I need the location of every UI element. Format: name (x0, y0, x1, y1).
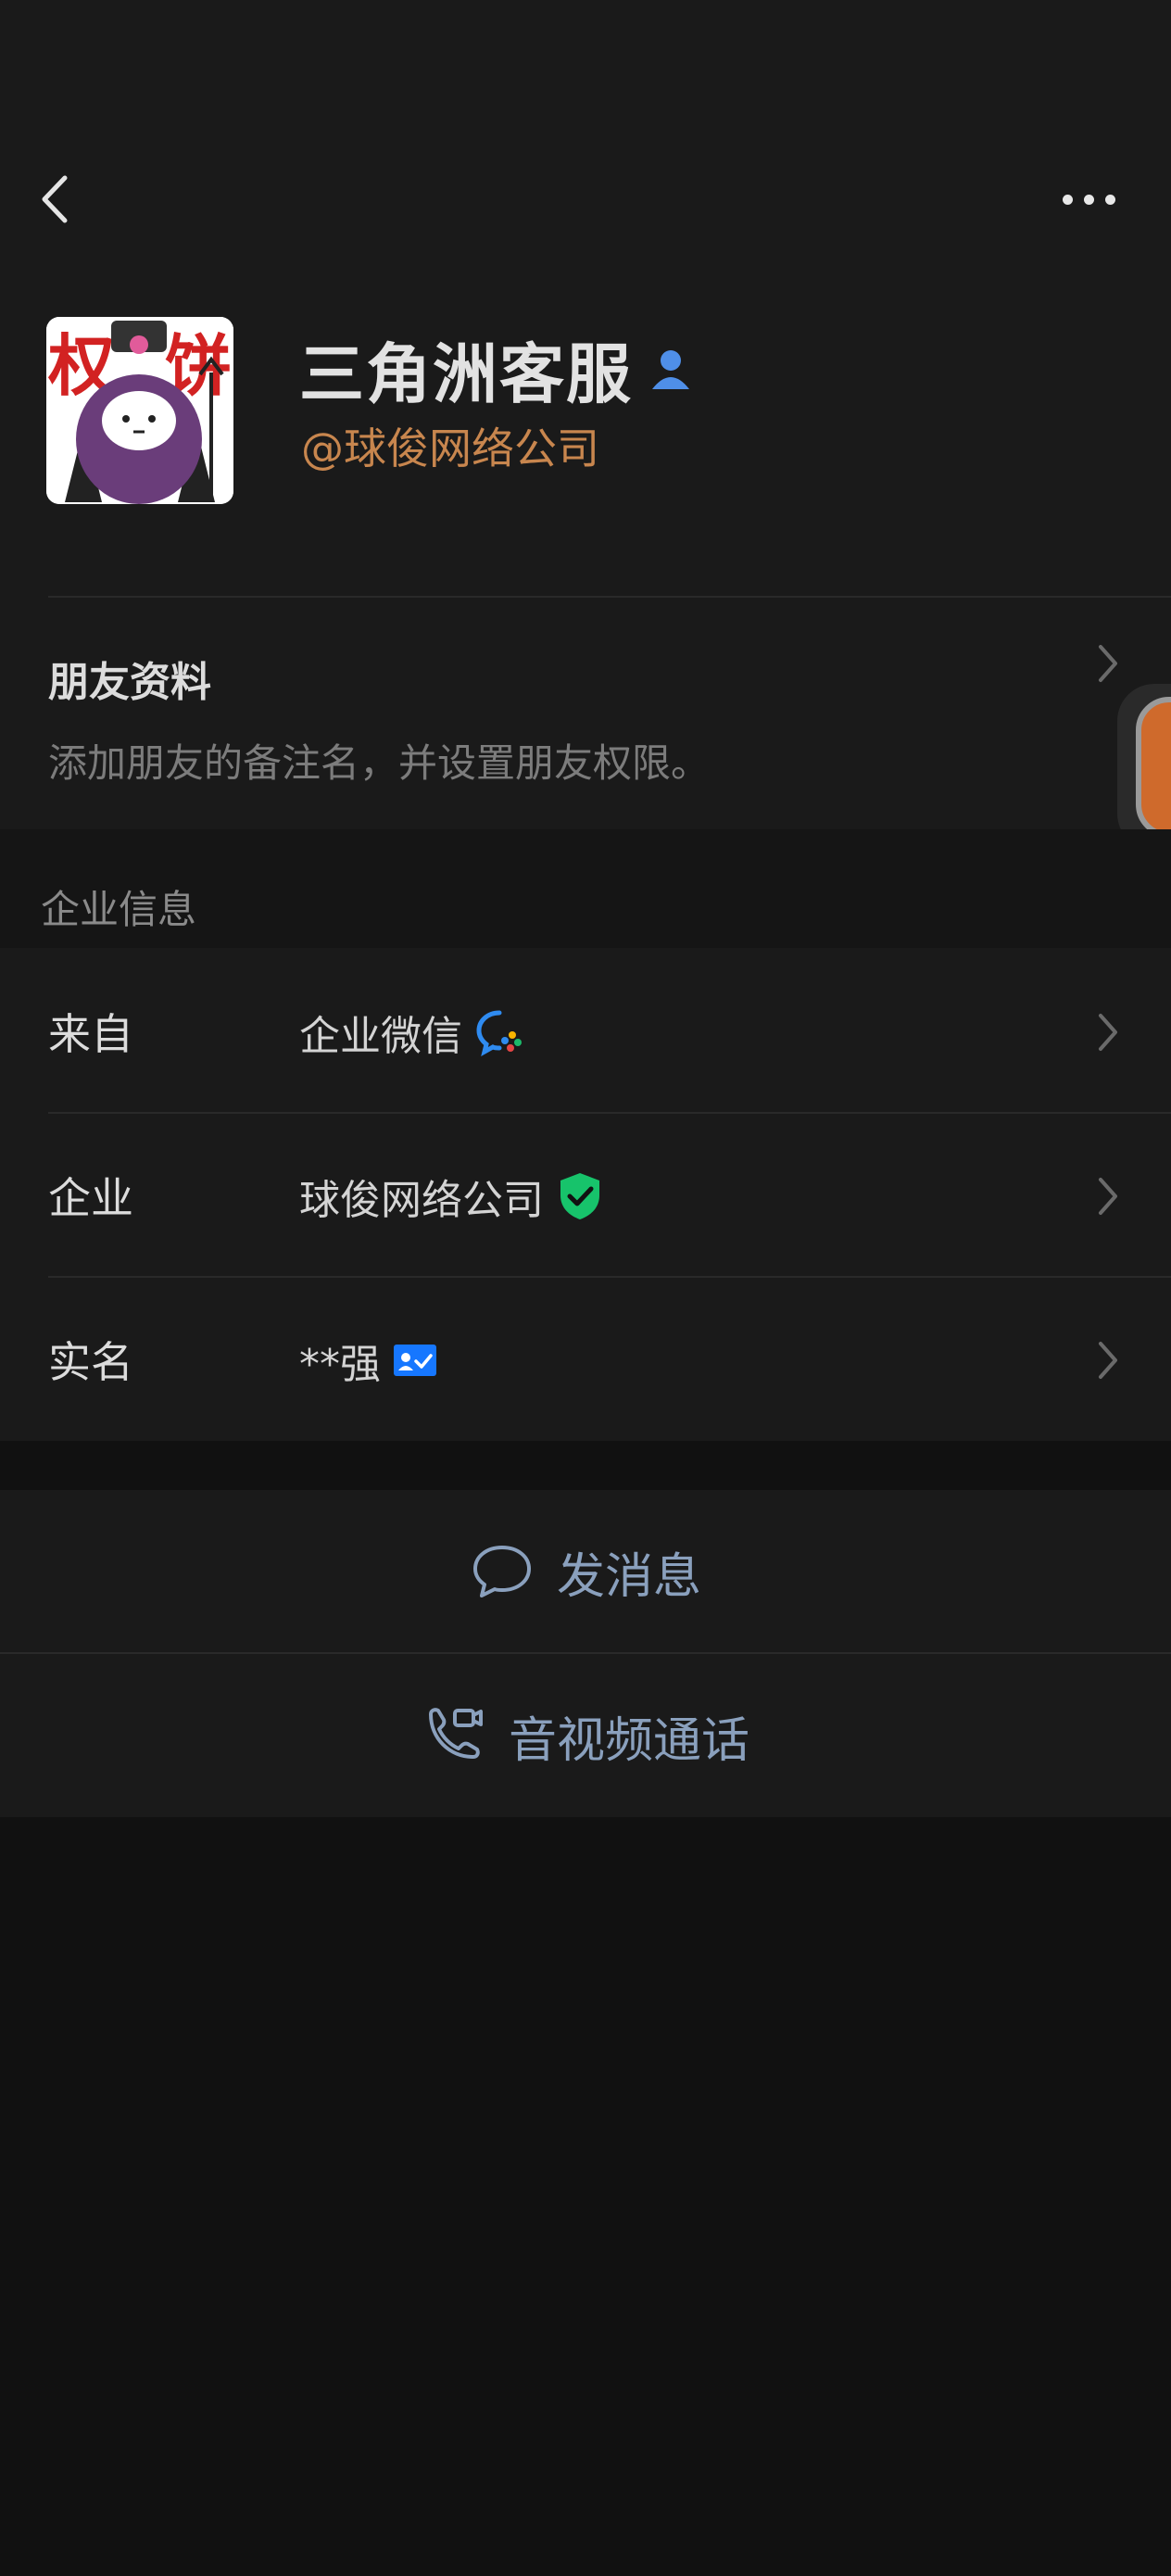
more-button[interactable] (1047, 181, 1130, 218)
send-message-button[interactable]: 发消息 (0, 1490, 1171, 1653)
more-dot (1083, 194, 1094, 205)
row-label-realname: 实名 (48, 1337, 133, 1387)
phone-video-icon (428, 1708, 483, 1759)
row-value-realname-text: **强 (299, 1341, 381, 1388)
avatar[interactable]: 权 饼 (46, 317, 233, 504)
friend-info-row[interactable] (0, 598, 1171, 827)
chevron-right-icon (1099, 645, 1117, 682)
friend-info-title: 朋友资料 (48, 659, 211, 706)
person-icon (652, 349, 689, 389)
row-label-company: 企业 (48, 1173, 133, 1223)
id-card-icon (394, 1345, 436, 1376)
profile-name: 三角洲客服 (299, 322, 694, 416)
friend-info-subtitle: 添加朋友的备注名，并设置朋友权限。 (48, 740, 711, 786)
row-value-source: 企业微信 (299, 1003, 525, 1062)
enterprise-row-source[interactable] (0, 950, 1171, 1113)
chevron-right-icon (1099, 1178, 1117, 1215)
row-label-source: 来自 (48, 1009, 133, 1059)
row-value-company-text: 球俊网络公司 (299, 1177, 544, 1224)
av-call-label: 音视频通话 (508, 1712, 749, 1769)
wecom-icon (476, 1010, 522, 1056)
floating-side-tab[interactable] (1117, 684, 1171, 851)
chevron-right-icon (1099, 1014, 1117, 1051)
send-message-label: 发消息 (556, 1548, 701, 1605)
more-dots-icon (1062, 194, 1073, 205)
chevron-left-icon (42, 175, 68, 223)
enterprise-row-realname[interactable] (0, 1278, 1171, 1441)
av-call-button[interactable]: 音视频通话 (0, 1654, 1171, 1817)
enterprise-section-title: 企业信息 (41, 887, 197, 932)
more-dot (1104, 194, 1115, 205)
row-value-realname: **强 (299, 1331, 436, 1390)
row-value-company: 球俊网络公司 (299, 1167, 603, 1226)
row-value-source-text: 企业微信 (299, 1013, 462, 1060)
floating-side-tab-icon (1136, 697, 1171, 838)
chevron-right-icon (1099, 1342, 1117, 1379)
profile-name-text: 三角洲客服 (299, 336, 633, 412)
corp-link[interactable]: @球俊网络公司 (301, 415, 599, 476)
verified-shield-icon (560, 1173, 599, 1219)
avatar-image: 权 饼 (46, 317, 233, 504)
back-button[interactable] (28, 167, 93, 232)
chat-bubble-icon (472, 1546, 531, 1597)
